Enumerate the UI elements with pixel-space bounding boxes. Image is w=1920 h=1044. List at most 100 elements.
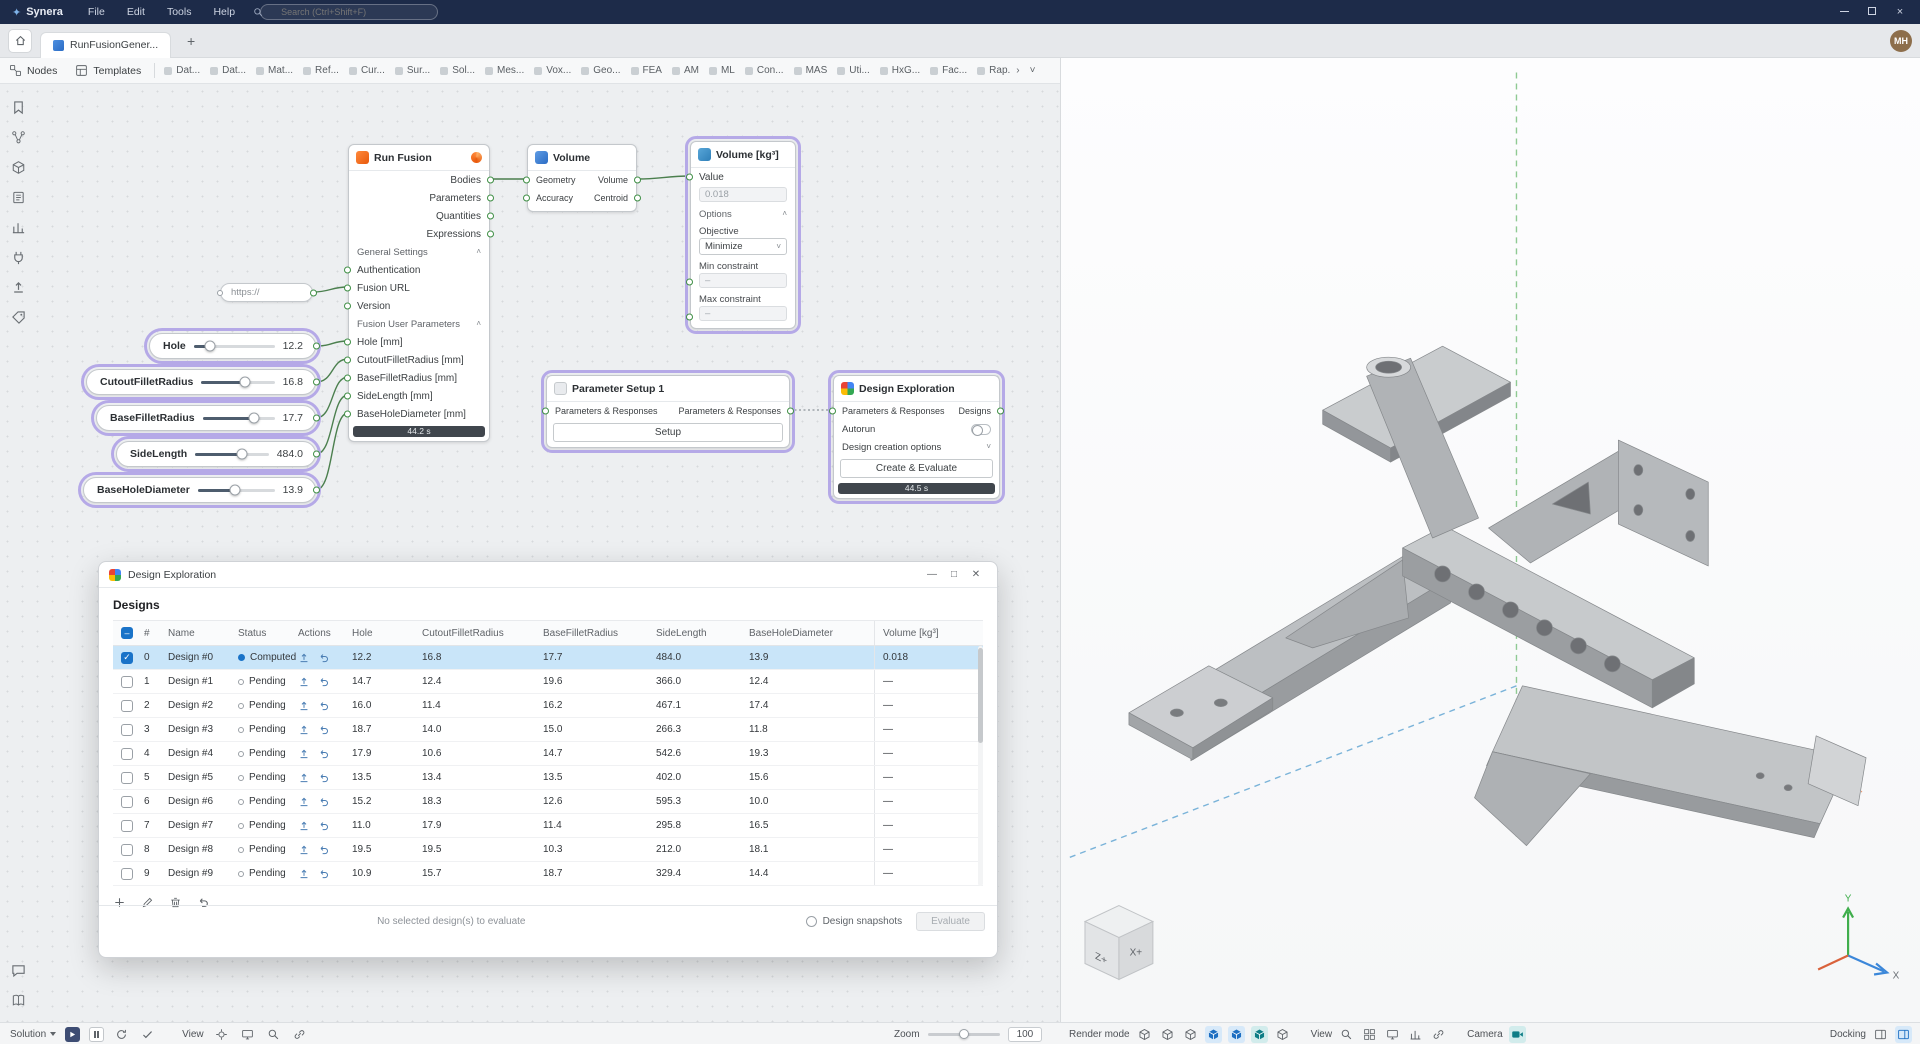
toolbar-category-9[interactable]: Geo... bbox=[576, 63, 625, 78]
zoom-value[interactable]: 100 bbox=[1008, 1027, 1043, 1042]
value-input[interactable]: 0.018 bbox=[699, 187, 787, 202]
input-port-value[interactable] bbox=[686, 174, 693, 181]
node-run-fusion[interactable]: Run Fusion Bodies Parameters Quantities … bbox=[348, 144, 490, 442]
output-port-centroid[interactable] bbox=[634, 195, 641, 202]
node-volume[interactable]: Volume Geometry Volume Accuracy Centroid bbox=[527, 144, 637, 212]
toolbar-category-18[interactable]: Rap... bbox=[972, 63, 1011, 78]
reset-design-icon[interactable] bbox=[318, 772, 330, 784]
toolbar-category-11[interactable]: AM bbox=[667, 63, 704, 78]
viewport-chart-icon[interactable] bbox=[1407, 1026, 1424, 1043]
row-checkbox[interactable] bbox=[121, 868, 133, 880]
slider-track[interactable] bbox=[201, 381, 274, 384]
row-checkbox[interactable] bbox=[121, 796, 133, 808]
reset-design-icon[interactable] bbox=[318, 748, 330, 760]
window-maximize-button[interactable] bbox=[1858, 0, 1886, 24]
design-row-7[interactable]: 7Design #7Pending11.017.911.4295.816.5— bbox=[113, 814, 983, 838]
validate-icon[interactable] bbox=[139, 1026, 156, 1043]
design-creation-options[interactable]: Design creation options ˅ bbox=[834, 438, 999, 456]
bookmark-icon[interactable] bbox=[11, 100, 26, 115]
upload-design-icon[interactable] bbox=[298, 820, 310, 832]
input-port-version[interactable] bbox=[344, 303, 351, 310]
upload-design-icon[interactable] bbox=[298, 652, 310, 664]
toolbar-category-4[interactable]: Cur... bbox=[344, 63, 390, 78]
slider-output-port[interactable] bbox=[313, 379, 320, 386]
input-port-hole[interactable] bbox=[344, 339, 351, 346]
table-scrollbar[interactable] bbox=[978, 646, 983, 886]
package-icon[interactable] bbox=[11, 160, 26, 175]
autorun-toggle[interactable] bbox=[971, 424, 991, 435]
categories-overflow-expand-icon[interactable]: ˅ bbox=[1025, 65, 1041, 76]
slider-node-cutoutfilletradius[interactable]: CutoutFilletRadius16.8 bbox=[86, 369, 316, 395]
reset-design-icon[interactable] bbox=[318, 700, 330, 712]
setup-button[interactable]: Setup bbox=[553, 423, 783, 442]
input-port-geometry[interactable] bbox=[523, 177, 530, 184]
input-port-parameters-responses[interactable] bbox=[542, 408, 549, 415]
upload-design-icon[interactable] bbox=[298, 700, 310, 712]
upload-design-icon[interactable] bbox=[298, 868, 310, 880]
design-row-6[interactable]: 6Design #6Pending15.218.312.6595.310.0— bbox=[113, 790, 983, 814]
reset-design-icon[interactable] bbox=[318, 652, 330, 664]
output-port-designs[interactable] bbox=[997, 408, 1004, 415]
row-checkbox[interactable] bbox=[121, 844, 133, 856]
input-port-fusion-url[interactable] bbox=[344, 285, 351, 292]
input-port-authentication[interactable] bbox=[344, 267, 351, 274]
cad-model[interactable] bbox=[1129, 346, 1866, 845]
output-port-quantities[interactable] bbox=[487, 213, 494, 220]
node-design-exploration[interactable]: Design Exploration Parameters & Response… bbox=[833, 375, 1000, 499]
upload-design-icon[interactable] bbox=[298, 676, 310, 688]
design-row-5[interactable]: 5Design #5Pending13.513.413.5402.015.6— bbox=[113, 766, 983, 790]
input-port-max-constraint[interactable] bbox=[686, 313, 693, 320]
window-minimize-button[interactable] bbox=[1830, 0, 1858, 24]
viewport-layers-icon[interactable] bbox=[1361, 1026, 1378, 1043]
workflow-tree-icon[interactable] bbox=[11, 130, 26, 145]
slider-output-port[interactable] bbox=[313, 451, 320, 458]
create-evaluate-button[interactable]: Create & Evaluate bbox=[840, 459, 993, 478]
slider-handle[interactable] bbox=[249, 413, 260, 424]
slider-handle[interactable] bbox=[204, 341, 215, 352]
slider-node-baseholediameter[interactable]: BaseHoleDiameter13.9 bbox=[83, 477, 316, 503]
toolbar-category-7[interactable]: Mes... bbox=[480, 63, 529, 78]
dialog-maximize-button[interactable]: □ bbox=[943, 569, 965, 580]
tag-icon[interactable] bbox=[11, 310, 26, 325]
output-port-volume[interactable] bbox=[634, 177, 641, 184]
slider-track[interactable] bbox=[198, 489, 275, 492]
zoom-selection-icon[interactable] bbox=[265, 1026, 282, 1043]
new-tab-button[interactable]: + bbox=[181, 33, 201, 49]
design-row-0[interactable]: 0Design #0Computed12.216.817.7484.013.90… bbox=[113, 646, 983, 670]
slider-handle[interactable] bbox=[229, 485, 240, 496]
fusion-user-parameters-section[interactable]: Fusion User Parameters˄ bbox=[349, 315, 489, 333]
slider-output-port[interactable] bbox=[313, 487, 320, 494]
design-row-3[interactable]: 3Design #3Pending18.714.015.0266.311.8— bbox=[113, 718, 983, 742]
viewport-link-icon[interactable] bbox=[1430, 1026, 1447, 1043]
global-search-input[interactable] bbox=[260, 4, 438, 20]
design-row-4[interactable]: 4Design #4Pending17.910.614.7542.619.3— bbox=[113, 742, 983, 766]
design-snapshots-option[interactable]: Design snapshots bbox=[806, 916, 903, 927]
toolbar-category-16[interactable]: HxG... bbox=[875, 63, 925, 78]
objective-select[interactable]: Minimize˅ bbox=[699, 238, 787, 255]
toolbar-category-8[interactable]: Vox... bbox=[529, 63, 576, 78]
min-constraint-input[interactable]: – bbox=[699, 273, 787, 288]
render-shaded-icon[interactable] bbox=[1205, 1026, 1222, 1043]
toolbar-category-17[interactable]: Fac... bbox=[925, 63, 972, 78]
menu-tools[interactable]: Tools bbox=[156, 6, 203, 18]
nodes-panel-button[interactable]: Nodes bbox=[0, 58, 66, 83]
toolbar-category-0[interactable]: Dat... bbox=[159, 63, 205, 78]
render-wireframe-icon[interactable] bbox=[1136, 1026, 1153, 1043]
render-material-icon[interactable] bbox=[1251, 1026, 1268, 1043]
output-port-parameters[interactable] bbox=[487, 195, 494, 202]
zoom-slider[interactable] bbox=[928, 1033, 1000, 1036]
slider-track[interactable] bbox=[194, 345, 275, 348]
pause-solution-button[interactable] bbox=[89, 1027, 104, 1042]
output-port-expressions[interactable] bbox=[487, 231, 494, 238]
reset-design-icon[interactable] bbox=[318, 796, 330, 808]
menu-file[interactable]: File bbox=[77, 6, 116, 18]
tab-runfusion[interactable]: RunFusionGener... bbox=[40, 32, 171, 58]
window-title-bar[interactable]: Design Exploration — □ ✕ bbox=[99, 562, 997, 588]
toolbar-category-6[interactable]: Sol... bbox=[435, 63, 480, 78]
reset-design-icon[interactable] bbox=[318, 844, 330, 856]
slider-output-port[interactable] bbox=[313, 415, 320, 422]
reset-design-icon[interactable] bbox=[318, 868, 330, 880]
design-row-1[interactable]: 1Design #1Pending14.712.419.6366.012.4— bbox=[113, 670, 983, 694]
3d-model[interactable]: Z+ X+ Y X bbox=[1061, 58, 1920, 1022]
design-row-2[interactable]: 2Design #2Pending16.011.416.2467.117.4— bbox=[113, 694, 983, 718]
